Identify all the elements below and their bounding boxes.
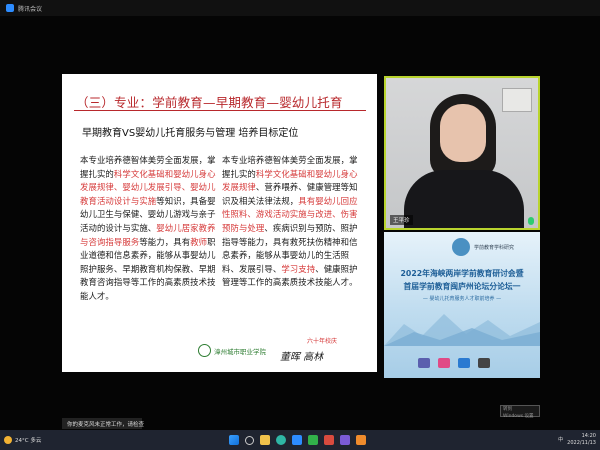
windows-activation-watermark: 转到 Windows 设置: [500, 405, 540, 419]
weather-widget[interactable]: 24°C 多云: [4, 436, 74, 444]
search-icon[interactable]: [245, 435, 254, 445]
window-title: 腾讯会议: [18, 5, 43, 13]
notification-text: 你的麦克风未正常工作，请检查: [67, 421, 145, 428]
weather-sun-icon: [4, 436, 12, 444]
conference-logo-icon: [452, 238, 470, 256]
meeting-app-icon: [6, 4, 14, 12]
sponsor-logo-icon: [418, 358, 430, 368]
sponsor-logo-icon: [458, 358, 470, 368]
shared-slide: （三）专业：学前教育—早期教育—婴幼儿托育 早期教育VS婴幼儿托育服务与管理 培…: [62, 74, 377, 372]
activation-line2: Windows 设置: [503, 414, 534, 419]
wall-picture: [502, 88, 532, 112]
slide-subtitle: 早期教育VS婴幼儿托育服务与管理 培养目标定位: [82, 128, 299, 139]
left-column-text: 本专业培养德智体美劳全面发展，掌握扎实的科学文化基础和婴幼儿身心发展规律、婴幼儿…: [80, 154, 216, 304]
start-icon[interactable]: [229, 435, 239, 445]
file-explorer-icon[interactable]: [260, 435, 270, 445]
poster-theme: — 婴幼儿托育服务人才职前培养 —: [422, 296, 502, 302]
signature: 董晖 高林: [280, 352, 324, 363]
clock[interactable]: 14:20 2022/11/13: [567, 433, 596, 446]
anniversary-badge: 六十年校庆: [307, 338, 338, 345]
sponsor-logo-icon: [438, 358, 450, 368]
app-icon[interactable]: [324, 435, 334, 445]
screen: 腾讯会议 （三）专业：学前教育—早期教育—婴幼儿托育 早期教育VS婴幼儿托育服务…: [0, 0, 600, 450]
activation-line1: 转到: [503, 407, 512, 412]
mic-warning-notification[interactable]: 你的麦克风未正常工作，请检查: [62, 418, 145, 429]
speaker-body: [404, 170, 524, 228]
mountains-graphic: [384, 314, 540, 346]
left-text-6: 教师: [190, 236, 208, 247]
slide-title: （三）专业：学前教育—早期教育—婴幼儿托育: [76, 95, 343, 110]
taskbar-apps: [229, 435, 366, 445]
app-icon[interactable]: [356, 435, 366, 445]
browser-icon[interactable]: [276, 435, 286, 445]
school-logo: 漳州城市职业学院: [198, 344, 266, 357]
speaker-video-tile[interactable]: 王平珍: [384, 76, 540, 230]
meeting-app-icon[interactable]: [292, 435, 302, 445]
clock-date: 2022/11/13: [567, 439, 596, 446]
mic-icon: [528, 217, 534, 225]
taskbar: 24°C 多云 中 14:20 2022/11/13: [0, 430, 600, 450]
participant-name: 王平珍: [390, 215, 413, 225]
wechat-icon[interactable]: [308, 435, 318, 445]
right-text-6: 学习支持: [281, 263, 316, 274]
title-underline: [74, 110, 366, 111]
event-poster-tile[interactable]: 学前教育学科研究 2022年海峡两岸学前教育研讨会暨 首届学前教育闽庐州论坛分论…: [384, 232, 540, 378]
school-name: 漳州城市职业学院: [214, 347, 266, 356]
app-icon[interactable]: [340, 435, 350, 445]
left-text-5: 等能力，具有: [139, 236, 191, 247]
poster-small-text: 学前教育学科研究: [474, 245, 515, 251]
window-title-bar[interactable]: 腾讯会议: [0, 0, 600, 16]
right-column-text: 本专业培养德智体美劳全面发展，掌握扎实的科学文化基础和婴幼儿身心发展规律、营养喂…: [222, 154, 358, 290]
speaker-face: [440, 104, 486, 162]
sponsor-logos: [418, 358, 490, 368]
sponsor-logo-icon: [478, 358, 490, 368]
input-language[interactable]: 中: [558, 436, 563, 443]
system-tray[interactable]: 中 14:20 2022/11/13: [558, 433, 596, 446]
poster-title-line2: 首届学前教育闽庐州论坛分论坛一: [403, 282, 521, 291]
weather-text: 24°C 多云: [15, 438, 42, 444]
school-seal-icon: [198, 344, 211, 357]
poster-title-line1: 2022年海峡两岸学前教育研讨会暨: [400, 269, 524, 278]
